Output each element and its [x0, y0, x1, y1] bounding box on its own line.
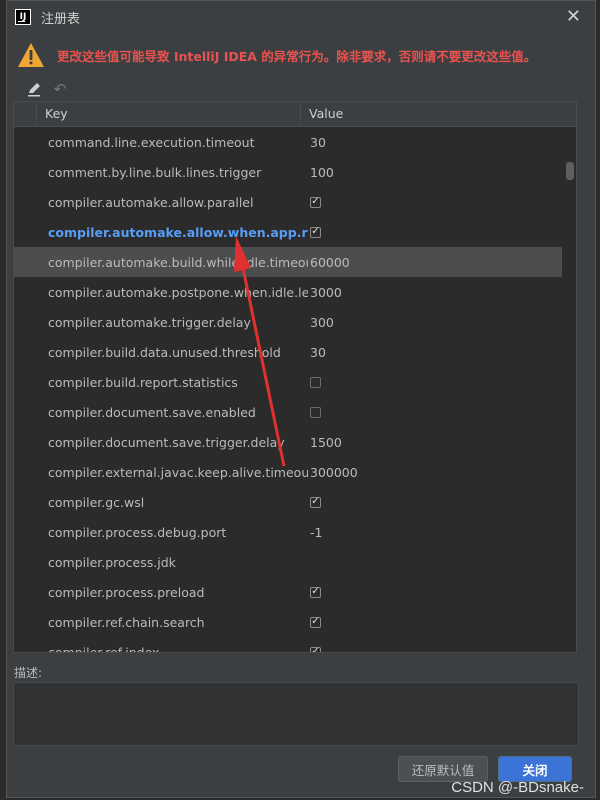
row-key: compiler.build.report.statistics [48, 374, 238, 390]
row-value-checkbox[interactable]: ✓ [310, 226, 321, 238]
checkbox-unchecked-icon[interactable] [310, 406, 321, 418]
row-value-checkbox[interactable]: ✓ [310, 496, 321, 508]
table-body: command.line.execution.timeout 30 comment.… [14, 127, 562, 653]
close-icon[interactable]: ✕ [566, 6, 581, 27]
row-value[interactable]: 30 [310, 135, 326, 150]
vertical-scrollbar[interactable] [566, 162, 574, 180]
row-key: compiler.build.data.unused.threshold [48, 344, 281, 360]
table-row[interactable]: compiler.ref.chain.search ✓ [14, 607, 562, 637]
watermark: CSDN @-BDsnake- [451, 779, 584, 796]
table-row[interactable]: compiler.build.data.unused.threshold 30 [14, 337, 562, 367]
description-label: 描述: [14, 666, 43, 680]
row-key: compiler.ref.index [48, 644, 160, 653]
checkbox-unchecked-icon[interactable] [310, 376, 321, 388]
column-header-value[interactable]: Value [301, 102, 343, 126]
row-value[interactable]: -1 [310, 525, 322, 540]
row-key: compiler.automake.trigger.delay [48, 314, 251, 330]
row-key: compiler.process.preload [48, 584, 205, 600]
table-row[interactable]: compiler.automake.build.while.idle.timeo… [14, 247, 562, 277]
row-value-checkbox[interactable] [310, 406, 321, 418]
description-field[interactable] [13, 682, 579, 746]
table-row[interactable]: compiler.ref.index ✓ [14, 637, 562, 653]
table-row[interactable]: compiler.process.jdk [14, 547, 562, 577]
intellij-app-icon: IJ [15, 9, 31, 25]
table-row[interactable]: compiler.automake.allow.parallel ✓ [14, 187, 562, 217]
row-key: compiler.ref.chain.search [48, 614, 205, 630]
row-value[interactable]: 300000 [310, 465, 358, 480]
row-value[interactable]: 100 [310, 165, 334, 180]
row-value-checkbox[interactable]: ✓ [310, 646, 321, 652]
edit-icon[interactable] [23, 78, 45, 100]
row-value[interactable]: 30 [310, 345, 326, 360]
warning-text: 更改这些值可能导致 IntelliJ IDEA 的异常行为。除非要求，否则请不要… [57, 48, 537, 64]
checkbox-checked-icon[interactable]: ✓ [310, 496, 321, 508]
header-spacer [14, 102, 37, 126]
checkbox-checked-icon[interactable]: ✓ [310, 646, 321, 652]
row-key: compiler.process.debug.port [48, 524, 227, 540]
row-key: compiler.automake.build.while.idle.timeo… [48, 254, 308, 270]
row-key: comment.by.line.bulk.lines.trigger [48, 164, 262, 180]
row-value-checkbox[interactable]: ✓ [310, 616, 321, 628]
toolbar: ↶ [7, 75, 595, 103]
table-row[interactable]: comment.by.line.bulk.lines.trigger 100 [14, 157, 562, 187]
table-row[interactable]: compiler.automake.postpone.when.idle.les… [14, 277, 562, 307]
table-row[interactable]: command.line.execution.timeout 30 [14, 127, 562, 157]
row-value-checkbox[interactable] [310, 376, 321, 388]
table-row[interactable]: compiler.process.preload ✓ [14, 577, 562, 607]
warning-icon [17, 42, 45, 68]
column-header-key[interactable]: Key [37, 102, 301, 126]
row-value[interactable]: 300 [310, 315, 334, 330]
table-header: Key Value [14, 102, 576, 127]
checkbox-checked-icon[interactable]: ✓ [310, 196, 321, 208]
row-value[interactable]: 3000 [310, 285, 342, 300]
row-key: compiler.document.save.trigger.delay [48, 434, 285, 450]
row-key: command.line.execution.timeout [48, 134, 255, 150]
row-value[interactable]: 1500 [310, 435, 342, 450]
row-key: compiler.process.jdk [48, 554, 176, 570]
checkbox-checked-icon[interactable]: ✓ [310, 616, 321, 628]
row-key: compiler.external.javac.keep.alive.timeo… [48, 464, 308, 480]
table-row[interactable]: compiler.document.save.enabled [14, 397, 562, 427]
row-key: compiler.gc.wsl [48, 494, 145, 510]
row-value-checkbox[interactable]: ✓ [310, 586, 321, 598]
undo-icon[interactable]: ↶ [49, 78, 71, 100]
table-row[interactable]: compiler.automake.allow.when.app.running… [14, 217, 562, 247]
table-row[interactable]: compiler.external.javac.keep.alive.timeo… [14, 457, 562, 487]
table-row[interactable]: compiler.build.report.statistics [14, 367, 562, 397]
checkbox-checked-icon[interactable]: ✓ [310, 586, 321, 598]
row-key: compiler.automake.allow.parallel [48, 194, 254, 210]
table-row[interactable]: compiler.automake.trigger.delay 300 [14, 307, 562, 337]
table-row[interactable]: compiler.document.save.trigger.delay 1500 [14, 427, 562, 457]
table-row[interactable]: compiler.process.debug.port -1 [14, 517, 562, 547]
row-value-checkbox[interactable]: ✓ [310, 196, 321, 208]
row-key: compiler.automake.allow.when.app.running [48, 224, 308, 240]
title-bar: IJ 注册表 ✕ [7, 1, 595, 33]
table-row[interactable]: compiler.gc.wsl ✓ [14, 487, 562, 517]
row-key: compiler.document.save.enabled [48, 404, 256, 420]
row-value[interactable]: 60000 [310, 255, 350, 270]
window-title: 注册表 [41, 11, 81, 27]
checkbox-checked-icon[interactable]: ✓ [310, 226, 321, 238]
registry-table: Key Value command.line.execution.timeout… [13, 101, 577, 653]
row-key: compiler.automake.postpone.when.idle.les… [48, 284, 308, 300]
warning-banner: 更改这些值可能导致 IntelliJ IDEA 的异常行为。除非要求，否则请不要… [7, 39, 595, 71]
